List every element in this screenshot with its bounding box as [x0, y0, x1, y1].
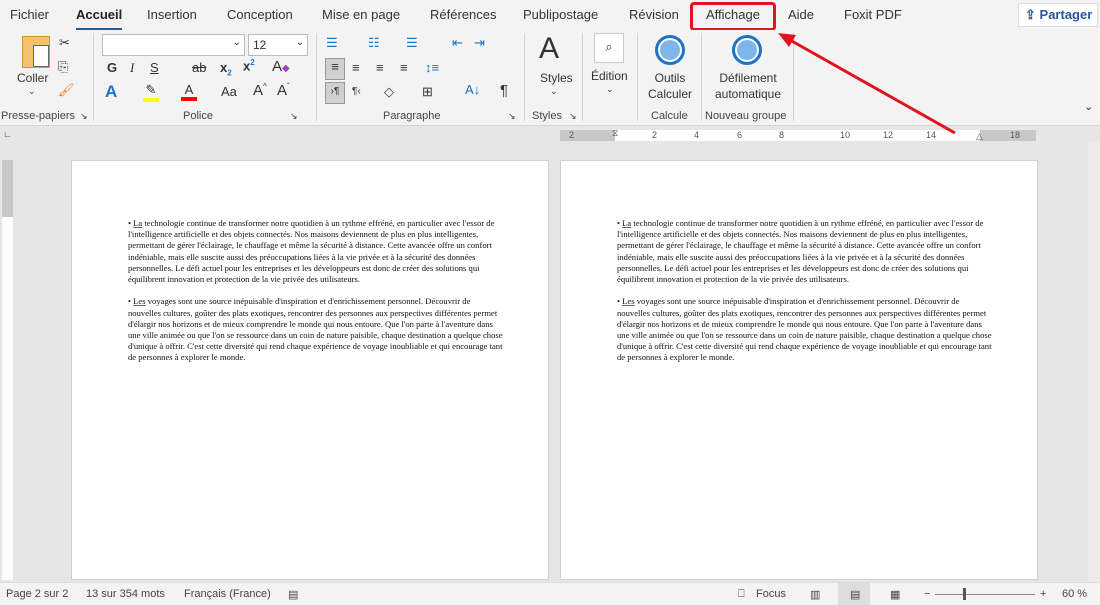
zoom-in-button[interactable]: + — [1040, 588, 1046, 600]
page-count[interactable]: Page 2 sur 2 — [6, 588, 68, 600]
word-count[interactable]: 13 sur 354 mots — [86, 588, 165, 600]
focus-button[interactable]: Focus — [756, 588, 786, 600]
print-layout-icon[interactable]: ▤ — [850, 588, 860, 601]
annotation-arrow — [778, 33, 956, 135]
read-mode-icon[interactable]: ▥ — [810, 588, 820, 601]
zoom-level[interactable]: 60 % — [1062, 588, 1087, 600]
status-bar: Page 2 sur 2 13 sur 354 mots Français (F… — [0, 582, 1100, 605]
zoom-slider[interactable] — [935, 594, 1035, 595]
language[interactable]: Français (France) — [184, 588, 271, 600]
accessibility-icon[interactable]: ▤ — [288, 588, 298, 601]
zoom-out-button[interactable]: − — [924, 588, 930, 600]
web-layout-icon[interactable]: ▦ — [890, 588, 900, 601]
focus-icon[interactable]: ⎕ — [738, 588, 745, 601]
zoom-slider-thumb[interactable] — [963, 588, 966, 600]
